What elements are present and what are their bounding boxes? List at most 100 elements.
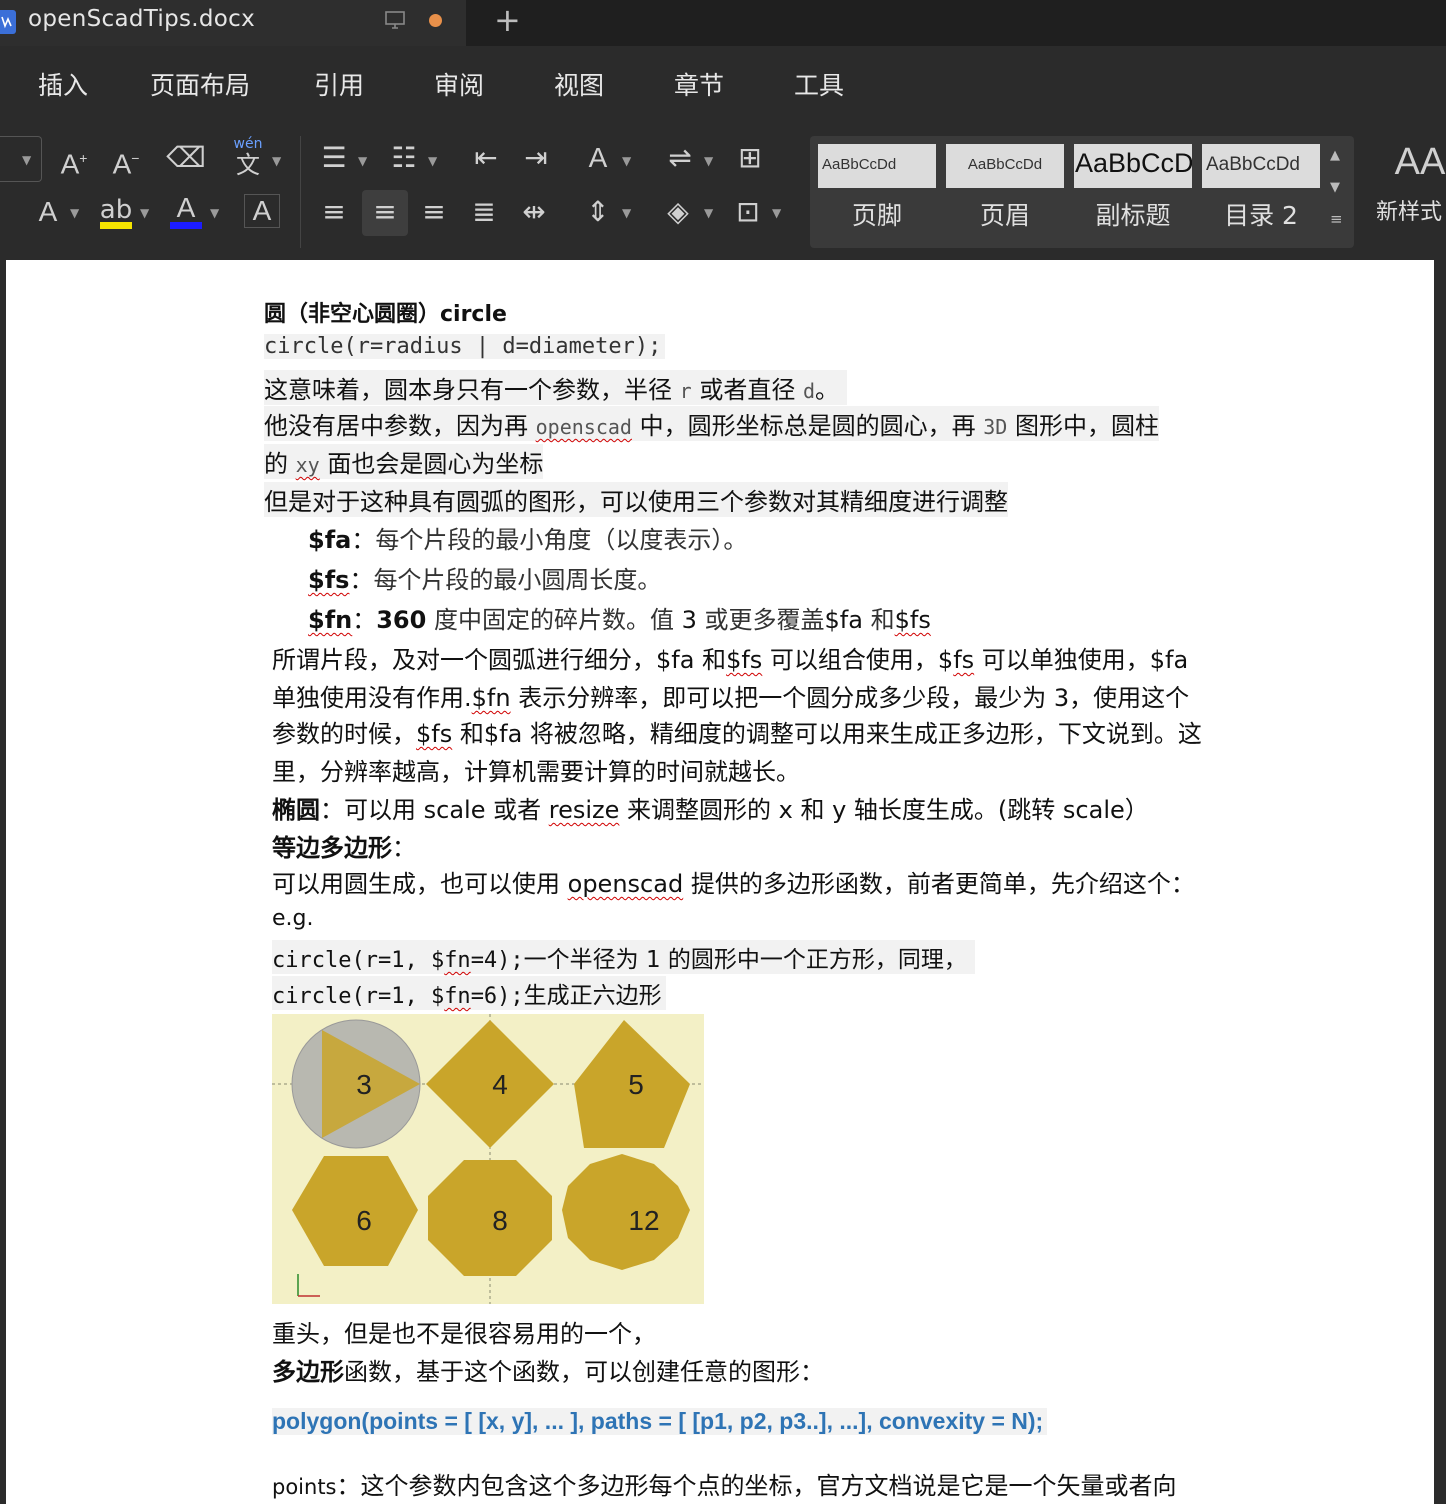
shape-label: 12: [628, 1205, 659, 1236]
pinyin-guide-icon[interactable]: wén 文: [226, 136, 270, 178]
text-run: 一个半径为 1 的圆形中一个正方形，同理，: [523, 947, 967, 973]
polygon-shapes-image[interactable]: 3 4 5 6 8 12: [272, 1014, 704, 1304]
text-run: 所谓片段，及对一个圆弧进行细分，$fa 和: [272, 646, 727, 674]
text-run: 或更多覆盖: [696, 606, 825, 634]
menu-insert[interactable]: 插入: [38, 66, 88, 102]
param-name: $fn: [308, 606, 353, 634]
chevron-down-icon[interactable]: ▼: [622, 206, 631, 220]
document-page[interactable]: 圆（非空心圆圈）circle circle(r=radius | d=diame…: [6, 260, 1434, 1504]
style-header[interactable]: AaBbCcDd 页眉: [946, 144, 1064, 242]
param-desc: 每个片段的最小角度（以度表示）。: [375, 526, 748, 554]
justify-icon[interactable]: ≣: [466, 194, 502, 230]
text-run: 中，圆形坐标总是圆的圆心，再: [631, 412, 984, 440]
chevron-down-icon[interactable]: ▼: [140, 206, 149, 220]
line-break-icon[interactable]: ⇌: [662, 140, 698, 176]
style-name: 页眉: [979, 201, 1030, 230]
new-style-icon[interactable]: AA: [1394, 143, 1446, 181]
example-line: circle(r=1, $fn=6);生成正六边形: [272, 976, 666, 1010]
code-run: =6);: [470, 984, 524, 1009]
text-run: $fs: [726, 646, 763, 674]
chevron-down-icon[interactable]: ▼: [704, 206, 713, 220]
code-signature: circle(r=radius | d=diameter);: [264, 334, 666, 359]
chevron-down-icon[interactable]: ▼: [772, 206, 781, 220]
paragraph: 单独使用没有作用.$fn 表示分辨率，即可以把一个圆分成多少段，最少为 3，使用…: [272, 678, 1189, 713]
char-spacing-icon[interactable]: A: [580, 140, 616, 176]
paragraph: 重头，但是也不是很容易用的一个，: [272, 1320, 656, 1348]
numbered-list-icon[interactable]: ☷: [386, 140, 422, 176]
text-run: 图形中，圆柱: [1007, 412, 1159, 440]
paragraph: 的 xy 面也会是圆心为坐标: [264, 444, 544, 479]
style-subtitle[interactable]: AaBbCcD 副标题: [1074, 144, 1192, 242]
text-run: 参数的时候，: [272, 720, 416, 748]
menu-chapter[interactable]: 章节: [674, 66, 724, 102]
chevron-down-icon[interactable]: ▼: [70, 206, 79, 220]
paragraph: 他没有居中参数，因为再 openscad 中，圆形坐标总是圆的圆心，再 3D 图…: [264, 406, 1159, 441]
code-run: fn: [444, 948, 471, 973]
tab-title: openScadTips.docx: [28, 6, 255, 32]
chevron-down-icon[interactable]: ▼: [622, 154, 631, 168]
shape-label: 4: [492, 1069, 508, 1100]
example-line: circle(r=1, $fn=4);一个半径为 1 的圆形中一个正方形，同理，: [272, 940, 975, 974]
font-size-select[interactable]: ▼: [0, 136, 42, 182]
code-run: r: [679, 379, 692, 403]
pinyin-char: 文: [236, 151, 260, 179]
style-footer[interactable]: AaBbCcDd 页脚: [818, 144, 936, 242]
style-toc2[interactable]: AaBbCcDd 目录 2: [1202, 144, 1320, 242]
polygon-signature: polygon(points = [ [x, y], ... ], paths …: [272, 1408, 1048, 1435]
align-center-icon[interactable]: ≡: [362, 190, 408, 236]
chevron-down-icon[interactable]: ▼: [704, 154, 713, 168]
font-color-icon[interactable]: A: [168, 190, 204, 226]
text-run: 。: [815, 376, 839, 404]
increase-font-icon[interactable]: A+: [56, 140, 92, 182]
distribute-icon[interactable]: ⇹: [516, 194, 552, 230]
char-shading-icon[interactable]: A: [244, 194, 280, 228]
text-effect-icon[interactable]: A: [30, 194, 66, 230]
square-shape: [426, 1020, 554, 1148]
table-icon[interactable]: ⊞: [732, 140, 768, 176]
more-styles-icon[interactable]: ≡: [1330, 210, 1343, 228]
chevron-down-icon[interactable]: ▼: [428, 154, 437, 168]
eraser-icon[interactable]: ⌫: [166, 140, 206, 176]
chevron-down-icon[interactable]: ▼: [210, 206, 219, 220]
paragraph: 这意味着，圆本身只有一个参数，半径 r 或者直径 d。: [264, 370, 847, 405]
param-name: $fa: [308, 526, 352, 554]
text-run: 可以用圆生成，也可以使用: [272, 870, 568, 898]
new-style-label[interactable]: 新样式: [1376, 194, 1442, 226]
chevron-down-icon[interactable]: ▼: [358, 154, 367, 168]
code-run: openscad: [535, 415, 632, 439]
align-right-icon[interactable]: ≡: [416, 194, 452, 230]
decrease-font-icon[interactable]: A−: [108, 140, 144, 182]
increase-indent-icon[interactable]: ⇥: [518, 140, 554, 176]
menu-view[interactable]: 视图: [554, 66, 604, 102]
polygon-function-intro: 多边形函数，基于这个函数，可以创建任意的图形：: [272, 1352, 824, 1387]
scroll-down-icon[interactable]: ▼: [1330, 180, 1340, 195]
menu-review[interactable]: 审阅: [434, 66, 484, 102]
new-tab-button[interactable]: +: [494, 4, 521, 36]
text-run: ：: [349, 566, 374, 594]
decrease-indent-icon[interactable]: ⇤: [468, 140, 504, 176]
text-run: 的: [264, 450, 296, 478]
borders-icon[interactable]: ⊡: [730, 194, 766, 230]
scroll-up-icon[interactable]: ▲: [1330, 148, 1340, 163]
menu-page-layout[interactable]: 页面布局: [150, 66, 250, 102]
line-spacing-icon[interactable]: ⇕: [580, 194, 616, 230]
paragraph: 所谓片段，及对一个圆弧进行细分，$fa 和$fs 可以组合使用，$fs 可以单独…: [272, 640, 1188, 675]
menu-references[interactable]: 引用: [314, 66, 364, 102]
shape-label: 3: [356, 1069, 372, 1100]
monitor-icon[interactable]: [384, 9, 406, 35]
paragraph: points：这个参数内包含这个多边形每个点的坐标，官方文档说是它是一个矢量或者…: [272, 1466, 1177, 1501]
bullet-list-icon[interactable]: ☰: [316, 140, 352, 176]
chevron-down-icon[interactable]: ▼: [272, 154, 281, 168]
shading-icon[interactable]: ◈: [660, 194, 696, 230]
shape-label: 8: [492, 1205, 508, 1236]
menu-tools[interactable]: 工具: [794, 66, 844, 102]
text-run: openscad: [567, 870, 684, 898]
text-run: $fn: [471, 684, 511, 712]
polygon-heading: 等边多边形：: [272, 828, 416, 863]
text-run: 可以单独使用，$fa: [974, 646, 1189, 674]
code-run: =4);: [470, 948, 524, 973]
align-left-icon[interactable]: ≡: [316, 194, 352, 230]
document-tab[interactable]: openScadTips.docx: [0, 0, 466, 46]
text-run: 度中固定的碎片数。值: [426, 606, 682, 634]
ribbon-toolbar: ▼ A+ A− ⌫ wén 文 ▼ A ▼ ab ▼ A ▼ A ☰ ▼ ☷ ▼ …: [0, 124, 1446, 260]
